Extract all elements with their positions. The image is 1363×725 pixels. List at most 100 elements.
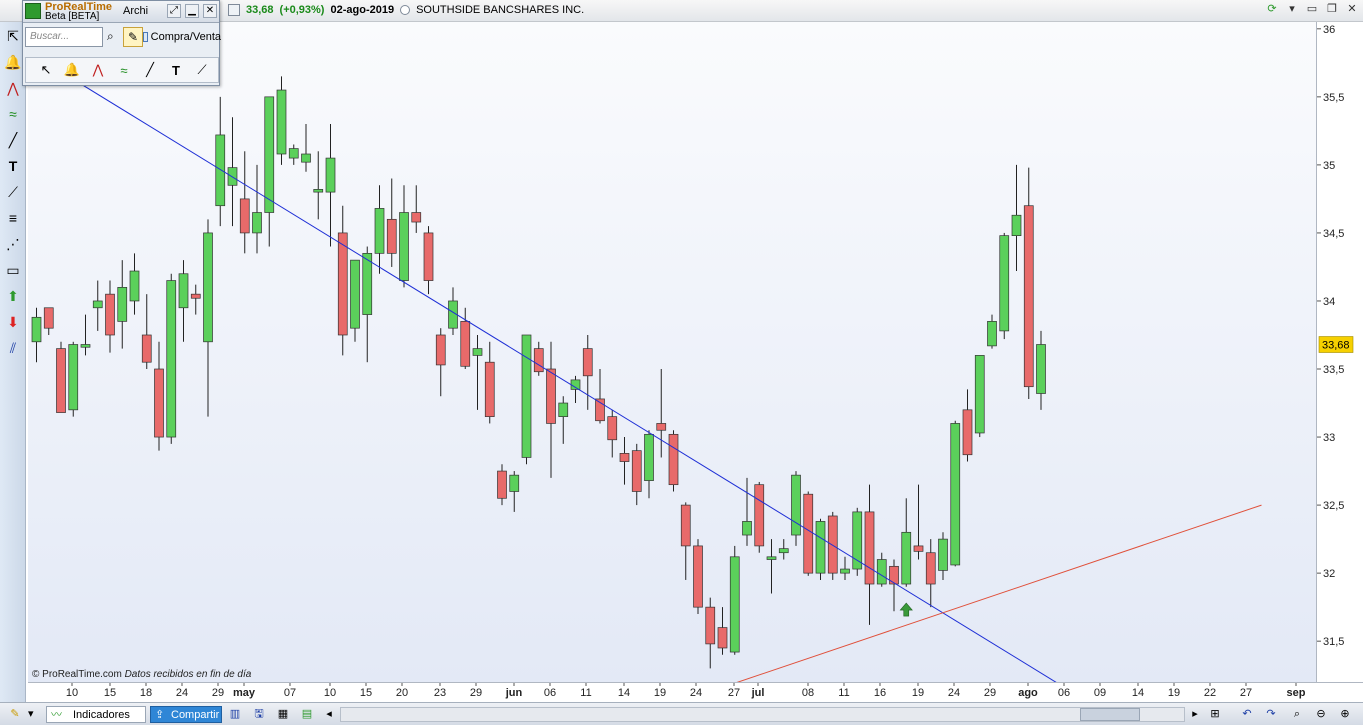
toolbox-minimize-icon[interactable]: ▁: [185, 4, 199, 18]
candle-body-up: [742, 521, 752, 536]
candle-body-down: [141, 334, 152, 363]
text-icon[interactable]: T: [166, 63, 186, 78]
candle: [1011, 164, 1022, 272]
date-tick-label: jun: [505, 687, 523, 699]
candle: [962, 389, 973, 462]
bottom-toolbar: ✎ ▾ 〰 Indicadores ⇪ Compartir ▥ 🖫 ▦ ▤ ◂ …: [0, 702, 1363, 725]
candle-body-up: [791, 474, 801, 536]
fibonacci-icon[interactable]: ≡: [1, 206, 25, 230]
candle-body-up: [68, 344, 79, 411]
candle: [680, 502, 691, 580]
candle-body-up: [264, 96, 275, 213]
instrument-icon[interactable]: [228, 4, 240, 16]
save-icon[interactable]: 🖫: [250, 706, 268, 723]
candle-body-up: [31, 316, 42, 343]
zoom-bar-icon[interactable]: ⊞: [1206, 706, 1224, 723]
zoom-in-icon[interactable]: ⊕: [1336, 706, 1354, 723]
scroll-down-icon[interactable]: ▾: [1285, 3, 1299, 17]
fib-fan-icon[interactable]: ⋰: [1, 232, 25, 256]
line-tool-icon[interactable]: ╱: [1, 128, 25, 152]
layout-icon[interactable]: ▥: [226, 706, 244, 723]
chart-type-icon[interactable]: ▤: [298, 706, 316, 723]
candle-body-down: [1023, 205, 1034, 388]
chart-canvas[interactable]: [28, 22, 1316, 682]
zoom-icon[interactable]: ⌕: [1288, 706, 1306, 723]
scroll-right-icon[interactable]: ▸: [1188, 706, 1202, 723]
buy-signal-arrow: [899, 602, 913, 617]
buy-sell-checkbox[interactable]: [143, 32, 148, 42]
date-tick-label: 24: [690, 687, 702, 699]
candle: [129, 253, 140, 315]
refresh-icon[interactable]: ⟳: [1265, 3, 1279, 17]
share-button[interactable]: ⇪ Compartir: [150, 706, 222, 723]
trendline-resistance: [28, 50, 1057, 682]
fan-icon[interactable]: ⋀: [88, 62, 108, 78]
segment-icon[interactable]: ⟋: [192, 62, 212, 78]
candle-body-down: [717, 627, 728, 649]
candle-body-up: [374, 208, 385, 254]
scrollbar-thumb[interactable]: [1080, 708, 1140, 721]
candle-body-down: [386, 218, 397, 254]
sell-arrow-icon[interactable]: ⬇: [1, 310, 25, 334]
draw-pen-icon[interactable]: ✎: [4, 706, 26, 723]
text-tool-icon[interactable]: T: [1, 154, 25, 178]
candle-body-down: [864, 511, 875, 585]
toolbox-titlebar[interactable]: ProRealTime Beta [BETA] Archi ⤢ ▁ ✕: [23, 1, 219, 23]
date-tick-label: 06: [1058, 687, 1070, 699]
candle-body-up: [399, 212, 409, 281]
candle-body-up: [509, 474, 520, 492]
image-icon[interactable]: ▦: [274, 706, 292, 723]
date-tick-label: 14: [618, 687, 630, 699]
channel-icon[interactable]: ≈: [114, 63, 134, 78]
indicators-button[interactable]: 〰 Indicadores: [46, 706, 146, 723]
channel-tool-icon[interactable]: ≈: [1, 102, 25, 126]
copyright-text: © ProRealTime.com: [32, 669, 122, 680]
segment-tool-icon[interactable]: ⟋: [1, 180, 25, 204]
search-input[interactable]: Buscar...: [25, 27, 103, 47]
rectangle-tool-icon[interactable]: ▭: [1, 258, 25, 282]
drawing-toolbar: ↖ 🔔 ⋀ ≈ ╱ T ⟋: [25, 57, 219, 83]
pencil-icon[interactable]: ✎: [123, 27, 143, 47]
line-icon[interactable]: ╱: [140, 62, 160, 78]
date-tick-label: 10: [66, 687, 78, 699]
buy-arrow-icon[interactable]: ⬆: [1, 284, 25, 308]
date-tick-label: 07: [284, 687, 296, 699]
date-tick-label: 15: [360, 687, 372, 699]
current-price-label: 33,68: [1322, 340, 1350, 352]
date-tick-label: 11: [580, 687, 591, 699]
horizontal-scrollbar[interactable]: [340, 707, 1185, 722]
date-axis-canvas: 10 15 18 24 29 may 07 10 15 20 23 29 jun 06 11 14 19 24 27…: [66, 683, 1306, 699]
resize-icon[interactable]: ⤢: [167, 4, 181, 18]
candle-body-up: [350, 259, 360, 329]
zoom-out-icon[interactable]: ⊖: [1312, 706, 1330, 723]
restore-icon[interactable]: ❐: [1325, 3, 1339, 17]
candle-body-down: [411, 212, 422, 223]
candle: [252, 164, 262, 254]
file-menu[interactable]: Archi: [123, 5, 148, 17]
candle-body-down: [190, 293, 201, 299]
redo-icon[interactable]: ↷: [1262, 706, 1280, 723]
candle: [742, 477, 752, 546]
pointer-tool-icon[interactable]: ↖: [36, 62, 56, 78]
dropdown-icon[interactable]: ▾: [28, 706, 42, 723]
alert-tool-icon[interactable]: 🔔: [62, 62, 82, 78]
candle-body-up: [901, 531, 912, 585]
pitchfork-icon[interactable]: ⫽: [1, 336, 25, 360]
candle-body-up: [876, 559, 887, 585]
candle-body-up: [117, 287, 128, 322]
candle: [546, 341, 556, 478]
toolbox-close-icon[interactable]: ✕: [203, 4, 217, 18]
price-chart[interactable]: [28, 22, 1316, 682]
buy-sell-toggle[interactable]: Compra/Venta: [143, 31, 221, 43]
candle: [313, 151, 324, 220]
close-icon[interactable]: ✕: [1345, 3, 1359, 17]
date-axis[interactable]: 10 15 18 24 29 may 07 10 15 20 23 29 jun 06 11 14 19 24 27…: [28, 682, 1363, 702]
undo-icon[interactable]: ↶: [1238, 706, 1256, 723]
candle-body-up: [974, 355, 985, 434]
price-axis[interactable]: 36 35,5 35 34,5 34 33,5 33 32,5 32 31,5 33,68: [1316, 22, 1363, 682]
candle: [693, 539, 703, 614]
search-icon[interactable]: ⌕: [107, 29, 114, 44]
minimize-icon[interactable]: ▭: [1305, 3, 1319, 17]
radio-icon[interactable]: [400, 5, 411, 15]
scroll-left-icon[interactable]: ◂: [322, 706, 336, 723]
